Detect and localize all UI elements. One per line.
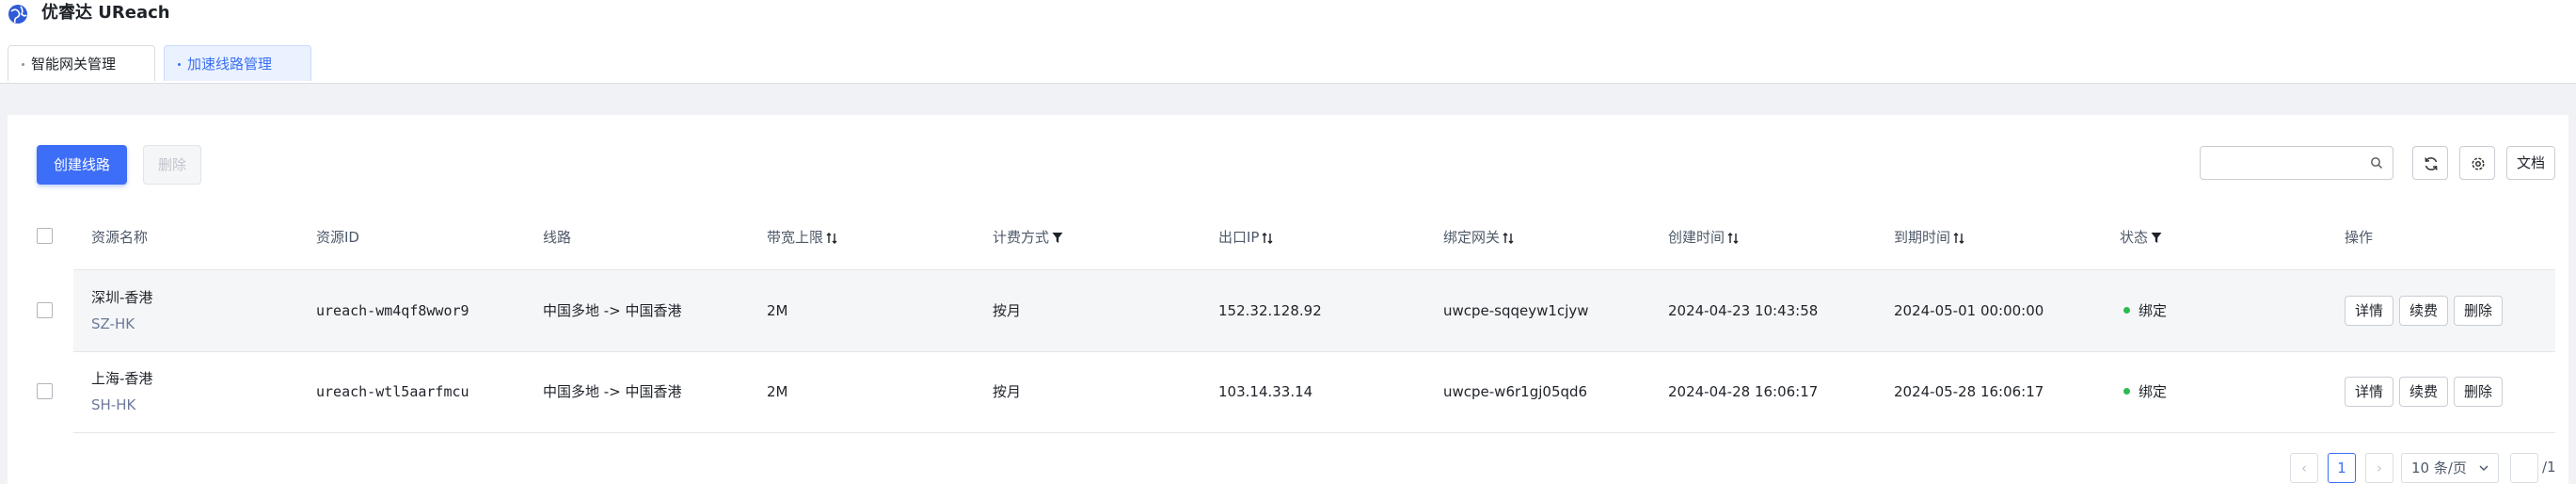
row-name: 上海-香港 — [91, 370, 153, 387]
sort-icon[interactable] — [1262, 232, 1273, 245]
column-header-billing[interactable]: 计费方式 — [993, 228, 1063, 247]
row-resource-id: ureach-wtl5aarfmcu — [316, 383, 469, 400]
status-dot-icon — [2123, 388, 2130, 395]
create-line-button[interactable]: 创建线路 — [37, 145, 127, 185]
details-button[interactable]: 详情 — [2345, 377, 2393, 407]
row-resource-id: ureach-wm4qf8wwor9 — [316, 302, 469, 319]
sort-icon[interactable] — [1953, 232, 1964, 245]
column-header-expires[interactable]: 到期时间 — [1894, 228, 1964, 247]
delete-row-button[interactable]: 删除 — [2454, 377, 2503, 407]
row-created-time: 2024-04-28 16:06:17 — [1668, 383, 1819, 400]
row-billing: 按月 — [993, 302, 1022, 319]
filter-icon[interactable] — [2151, 232, 2162, 244]
page-size-select[interactable]: 10 条/页 — [2401, 453, 2499, 483]
column-header-id: 资源ID — [316, 229, 359, 246]
sort-icon[interactable] — [826, 232, 837, 245]
delete-row-button[interactable]: 删除 — [2454, 296, 2503, 326]
total-pages-label: /1 — [2542, 459, 2556, 476]
globe-logo-icon — [8, 5, 27, 24]
page-jump-input[interactable] — [2510, 453, 2538, 483]
settings-button[interactable] — [2459, 146, 2495, 180]
row-status: 绑定 — [2139, 302, 2168, 319]
tab-label: 加速线路管理 — [187, 56, 273, 73]
page-size-label: 10 条/页 — [2411, 460, 2467, 476]
next-page-button[interactable]: › — [2365, 453, 2393, 483]
column-header-bandwidth[interactable]: 带宽上限 — [767, 228, 837, 247]
row-exit-ip: 103.14.33.14 — [1218, 383, 1313, 400]
column-header-created[interactable]: 创建时间 — [1668, 228, 1739, 247]
column-header-actions: 操作 — [2345, 229, 2374, 246]
column-header-ip[interactable]: 出口IP — [1218, 228, 1273, 247]
tab-gateway-management[interactable]: 智能网关管理 — [8, 45, 155, 81]
search-input-box[interactable] — [2200, 146, 2393, 180]
search-input[interactable] — [2208, 147, 2372, 179]
column-header-gateway[interactable]: 绑定网关 — [1443, 228, 1514, 247]
row-checkbox[interactable] — [37, 383, 53, 399]
select-all-checkbox[interactable] — [37, 228, 53, 244]
page-1-button[interactable]: 1 — [2328, 453, 2356, 483]
row-expire-time: 2024-05-01 00:00:00 — [1894, 302, 2044, 319]
status-dot-icon — [2123, 307, 2130, 314]
tab-dot-icon — [22, 63, 24, 66]
row-divider — [73, 351, 2555, 352]
row-route: 中国多地 -> 中国香港 — [543, 302, 682, 319]
row-status: 绑定 — [2139, 383, 2168, 400]
column-header-route: 线路 — [543, 229, 572, 246]
column-header-name: 资源名称 — [91, 229, 149, 246]
app-title: 优睿达 UReach — [41, 3, 170, 23]
details-button[interactable]: 详情 — [2345, 296, 2393, 326]
row-divider — [73, 432, 2555, 433]
sort-icon[interactable] — [1727, 232, 1739, 245]
row-route: 中国多地 -> 中国香港 — [543, 383, 682, 400]
row-bandwidth: 2M — [767, 302, 788, 319]
tab-line-management[interactable]: 加速线路管理 — [164, 45, 311, 81]
filter-icon[interactable] — [1052, 232, 1063, 244]
renew-button[interactable]: 续费 — [2399, 377, 2448, 407]
tab-dot-icon — [178, 63, 181, 66]
row-code: SZ-HK — [91, 315, 135, 332]
row-billing: 按月 — [993, 383, 1022, 400]
row-created-time: 2024-04-23 10:43:58 — [1668, 302, 1819, 319]
tab-label: 智能网关管理 — [31, 56, 117, 73]
refresh-button[interactable] — [2412, 146, 2448, 180]
row-code: SH-HK — [91, 396, 136, 413]
row-name: 深圳-香港 — [91, 289, 153, 306]
row-gateway: uwcpe-sqqeyw1cjyw — [1443, 302, 1589, 319]
top-bar: 优睿达 UReach — [0, 0, 2576, 43]
prev-page-button[interactable]: ‹ — [2290, 453, 2318, 483]
renew-button[interactable]: 续费 — [2399, 296, 2448, 326]
row-checkbox[interactable] — [37, 302, 53, 318]
column-header-status[interactable]: 状态 — [2120, 228, 2162, 247]
search-icon — [2371, 157, 2382, 169]
sort-icon[interactable] — [1503, 232, 1514, 245]
settings-icon — [2472, 157, 2485, 170]
row-gateway: uwcpe-w6r1gj05qd6 — [1443, 383, 1588, 400]
row-exit-ip: 152.32.128.92 — [1218, 302, 1322, 319]
refresh-icon — [2425, 157, 2438, 170]
row-expire-time: 2024-05-28 16:06:17 — [1894, 383, 2044, 400]
delete-button[interactable]: 删除 — [143, 145, 201, 185]
row-bandwidth: 2M — [767, 383, 788, 400]
chevron-down-icon — [2479, 465, 2489, 471]
docs-button[interactable]: 文档 — [2506, 146, 2555, 180]
tab-bar: 智能网关管理 加速线路管理 — [0, 43, 2576, 84]
